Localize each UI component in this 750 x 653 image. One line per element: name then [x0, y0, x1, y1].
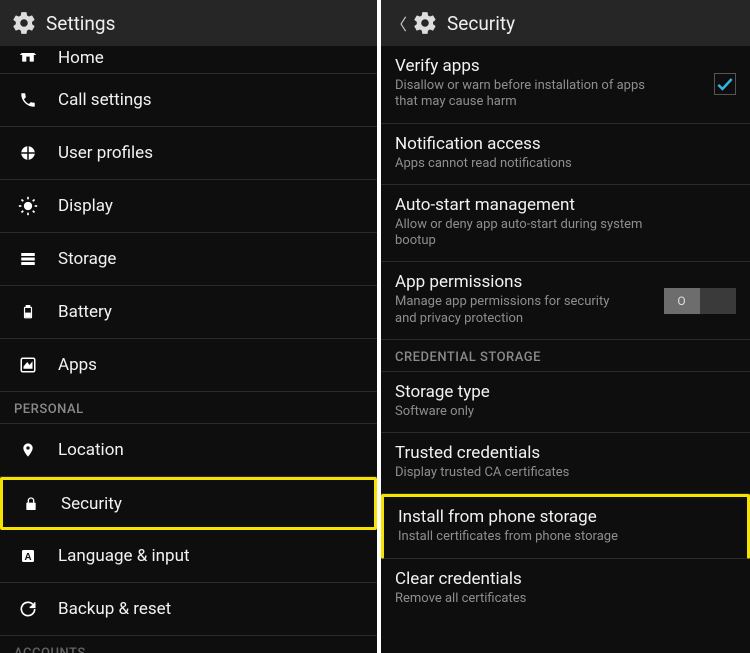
list-item-call-settings[interactable]: Call settings — [0, 74, 377, 127]
list-item-display[interactable]: Display — [0, 180, 377, 233]
list-item-label: Call settings — [58, 90, 152, 110]
action-bar-security[interactable]: 〈 Security — [381, 0, 750, 46]
list-item-security[interactable]: Security — [0, 477, 377, 530]
display-icon — [14, 196, 42, 216]
setting-app-permissions[interactable]: App permissions Manage app permissions f… — [381, 262, 750, 340]
setting-autostart[interactable]: Auto-start management Allow or deny app … — [381, 185, 750, 263]
setting-title: Storage type — [395, 382, 736, 402]
settings-pane: Settings Home Call settings User profile — [0, 0, 377, 653]
list-item-label: Battery — [58, 302, 112, 322]
setting-title: Notification access — [395, 134, 736, 154]
location-icon — [14, 440, 42, 460]
list-item-user-profiles[interactable]: User profiles — [0, 127, 377, 180]
setting-title: Trusted credentials — [395, 443, 736, 463]
setting-subtitle: Disallow or warn before installation of … — [395, 78, 665, 111]
setting-subtitle: Display trusted CA certificates — [395, 465, 665, 481]
list-item-label: User profiles — [58, 143, 153, 163]
section-header-accounts: ACCOUNTS — [0, 636, 377, 653]
setting-title: Install from phone storage — [398, 507, 733, 527]
home-icon — [14, 53, 42, 67]
setting-title: Verify apps — [395, 56, 736, 76]
setting-subtitle: Software only — [395, 404, 665, 420]
profiles-icon — [14, 144, 42, 162]
security-list: Verify apps Disallow or warn before inst… — [381, 46, 750, 653]
setting-subtitle: Manage app permissions for security and … — [395, 294, 615, 327]
phone-icon — [14, 91, 42, 109]
list-item-label: Backup & reset — [58, 599, 171, 619]
list-item-language[interactable]: A Language & input — [0, 530, 377, 583]
list-item-battery[interactable]: Battery — [0, 286, 377, 339]
list-item-label: Home — [58, 50, 104, 67]
setting-storage-type[interactable]: Storage type Software only — [381, 372, 750, 433]
backup-icon — [14, 599, 42, 619]
action-bar-settings: Settings — [0, 0, 377, 46]
back-icon[interactable]: 〈 — [391, 11, 407, 35]
setting-install-from-storage[interactable]: Install from phone storage Install certi… — [381, 494, 750, 558]
setting-subtitle: Remove all certificates — [395, 591, 665, 607]
battery-icon — [14, 302, 42, 322]
section-header-credential-storage: CREDENTIAL STORAGE — [381, 340, 750, 372]
list-item-label: Security — [61, 494, 122, 514]
section-header-personal: PERSONAL — [0, 392, 377, 424]
list-item-apps[interactable]: Apps — [0, 339, 377, 392]
storage-icon — [14, 250, 42, 268]
setting-title: Clear credentials — [395, 569, 736, 589]
list-item-backup[interactable]: Backup & reset — [0, 583, 377, 636]
setting-trusted-credentials[interactable]: Trusted credentials Display trusted CA c… — [381, 433, 750, 494]
security-pane: 〈 Security Verify apps Disallow or warn … — [381, 0, 750, 653]
list-item-label: Display — [58, 196, 113, 216]
toggle-off-label: O — [664, 288, 700, 314]
setting-notification-access[interactable]: Notification access Apps cannot read not… — [381, 124, 750, 185]
settings-list: Home Call settings User profiles Display — [0, 46, 377, 653]
apps-icon — [14, 356, 42, 374]
list-item-label: Apps — [58, 355, 97, 375]
list-item-location[interactable]: Location — [0, 424, 377, 477]
setting-title: Auto-start management — [395, 195, 736, 215]
gear-icon — [411, 9, 439, 37]
checkbox[interactable] — [714, 73, 736, 95]
gear-icon — [10, 9, 38, 37]
lock-icon — [17, 495, 45, 513]
svg-text:A: A — [24, 552, 31, 563]
action-bar-title: Settings — [46, 12, 115, 35]
list-item-label: Location — [58, 440, 124, 460]
list-item-storage[interactable]: Storage — [0, 233, 377, 286]
action-bar-title: Security — [447, 12, 515, 35]
setting-subtitle: Apps cannot read notifications — [395, 156, 665, 172]
list-item-label: Language & input — [58, 546, 190, 566]
setting-subtitle: Install certificates from phone storage — [398, 529, 668, 545]
setting-verify-apps[interactable]: Verify apps Disallow or warn before inst… — [381, 46, 750, 124]
language-icon: A — [14, 547, 42, 565]
toggle-switch[interactable]: O — [664, 288, 736, 314]
setting-clear-credentials[interactable]: Clear credentials Remove all certificate… — [381, 559, 750, 611]
list-item-home[interactable]: Home — [0, 46, 377, 74]
setting-subtitle: Allow or deny app auto-start during syst… — [395, 217, 665, 250]
list-item-label: Storage — [58, 249, 116, 269]
